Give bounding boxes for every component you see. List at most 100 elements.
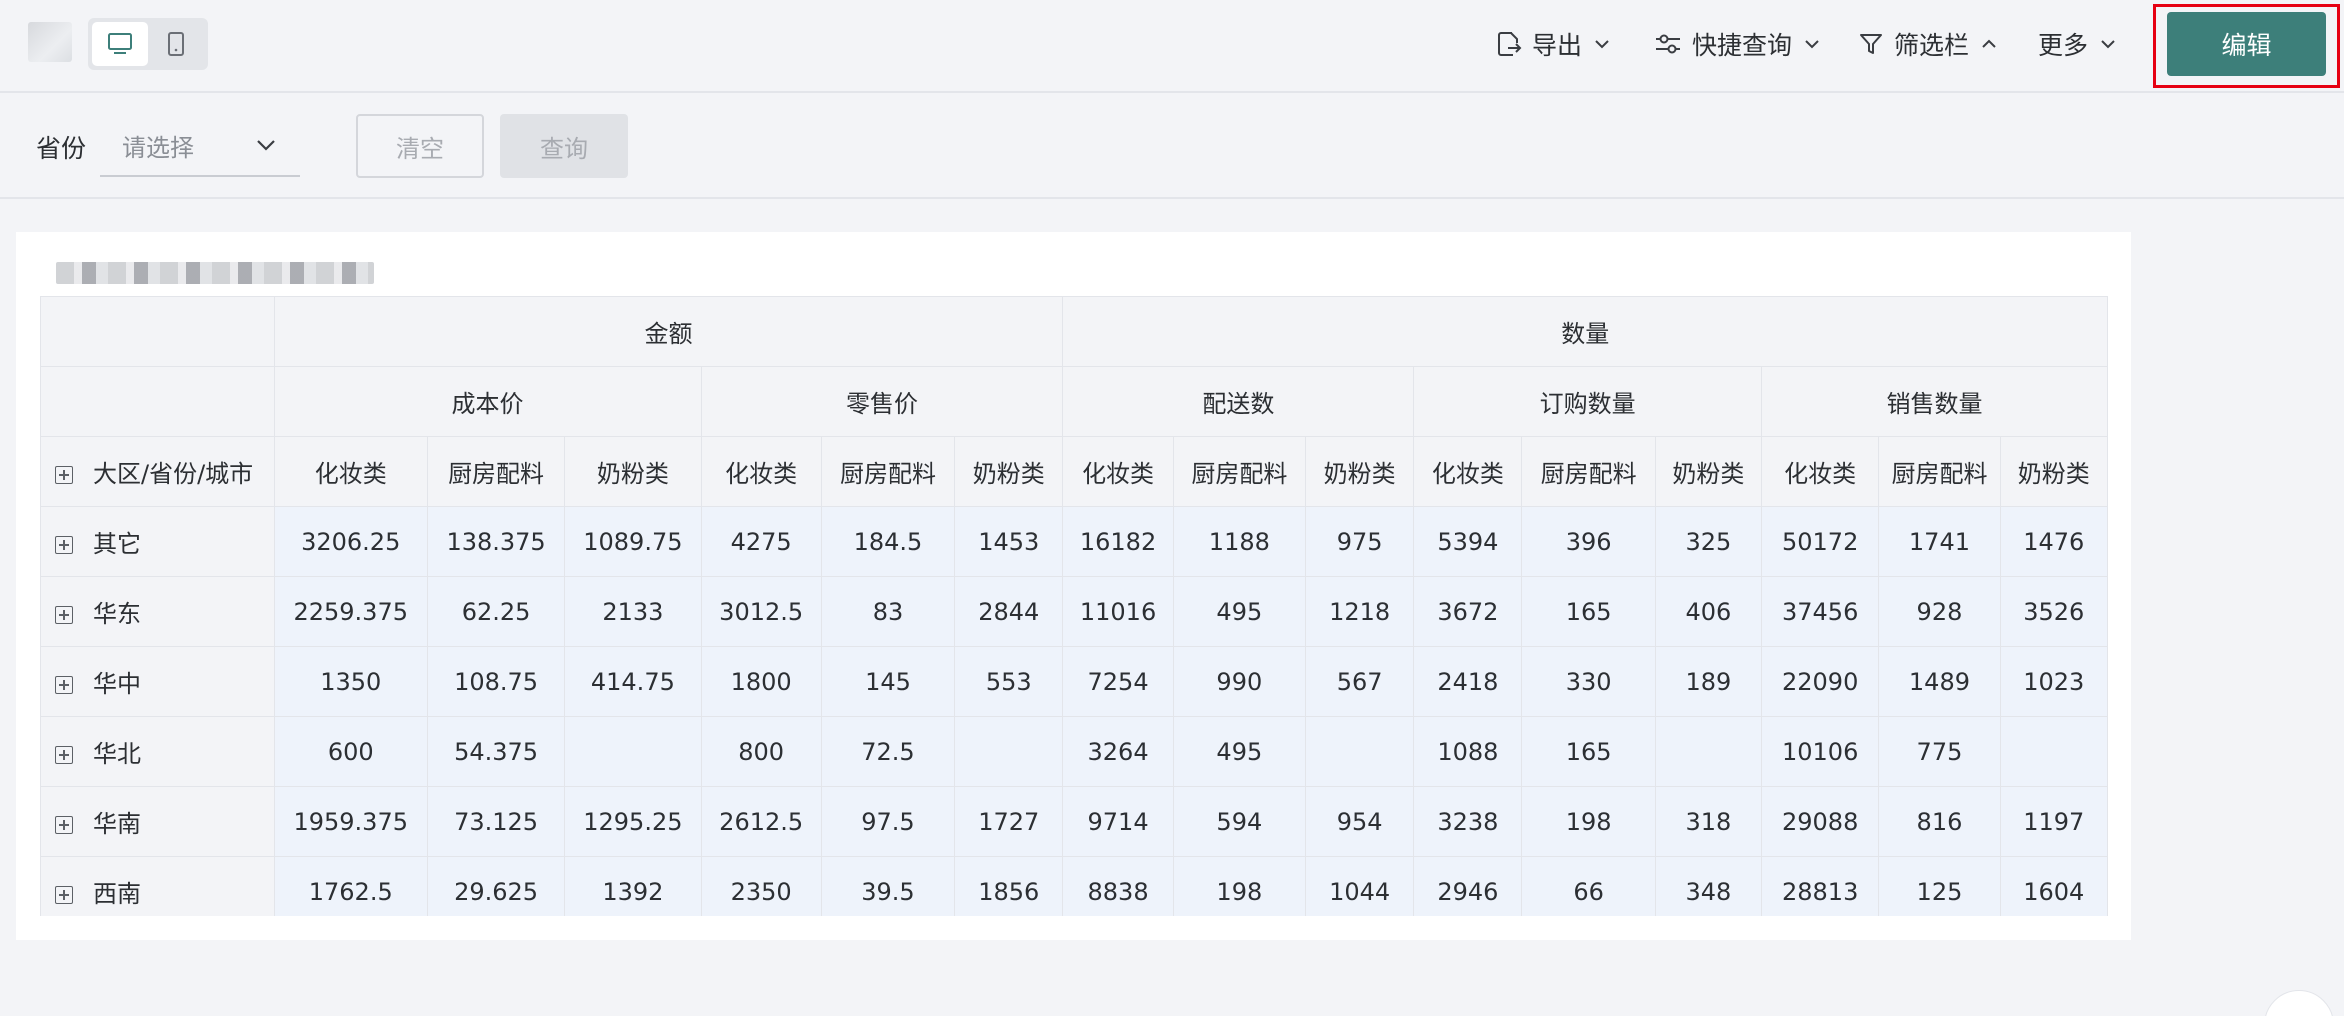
floating-action-button[interactable] [2264, 990, 2334, 1016]
value-cell: 396 [1521, 506, 1656, 577]
region-label: 西南 [93, 880, 141, 908]
value-cell: 495 [1172, 716, 1306, 787]
value-cell: 2612.5 [700, 786, 822, 857]
value-cell: 29088 [1761, 786, 1880, 857]
card-title-redacted [56, 262, 374, 284]
region-label: 华南 [93, 810, 141, 838]
measure-header: 零售价 [700, 366, 1064, 437]
value-cell: 73.125 [426, 786, 566, 857]
value-cell: 189 [1654, 646, 1763, 717]
province-placeholder: 请选择 [122, 133, 194, 162]
value-cell: 3206.25 [273, 506, 428, 577]
expand-row-icon[interactable] [55, 606, 73, 624]
value-cell [1304, 716, 1415, 787]
more-menu[interactable]: 更多 [2038, 24, 2118, 64]
category-header: 化妆类 [273, 436, 428, 507]
table-row: 华东 2259.375 62.25 2133 3012.5 83 2844 11016 495 1… [40, 576, 2108, 647]
region-label: 其它 [93, 530, 141, 558]
expand-row-icon[interactable] [55, 816, 73, 834]
value-cell: 975 [1304, 506, 1415, 577]
expand-row-icon[interactable] [55, 886, 73, 904]
value-cell: 1604 [1999, 856, 2108, 916]
category-header: 奶粉类 [1654, 436, 1763, 507]
desktop-view-button[interactable] [92, 22, 148, 66]
value-cell: 495 [1172, 576, 1306, 647]
value-cell: 2844 [954, 576, 1064, 647]
expand-all-icon[interactable] [55, 466, 73, 484]
chevron-down-icon [257, 140, 275, 151]
desktop-icon [108, 33, 132, 54]
top-toolbar: 导出 快捷查询 筛选栏 更多 编辑 [0, 0, 2344, 93]
category-header: 奶粉类 [954, 436, 1064, 507]
row-header-cell[interactable]: 华东 [40, 576, 275, 647]
value-cell: 2259.375 [273, 576, 428, 647]
filter-bar-toggle[interactable]: 筛选栏 [1858, 24, 1999, 64]
value-cell: 50172 [1761, 506, 1880, 577]
value-cell: 66 [1521, 856, 1656, 916]
pivot-table: 金额 数量 成本价 零售价 配送数 订购数量 销售数量 大区/省份/城市 化妆类 厨房配料奶… [40, 296, 2108, 916]
category-header: 奶粉类 [1304, 436, 1415, 507]
value-cell: 72.5 [820, 716, 956, 787]
value-cell: 318 [1654, 786, 1763, 857]
table-row: 华中 1350 108.75 414.75 1800 145 553 7254 990 567 24… [40, 646, 2108, 717]
value-cell [1999, 716, 2108, 787]
value-cell: 1741 [1878, 506, 2001, 577]
region-label: 华北 [93, 740, 141, 768]
pivot-table-scroll[interactable]: 金额 数量 成本价 零售价 配送数 订购数量 销售数量 大区/省份/城市 化妆类 厨房配料奶… [40, 296, 2108, 916]
corner-cell [40, 296, 275, 367]
value-cell: 414.75 [564, 646, 702, 717]
value-cell: 1476 [1999, 506, 2108, 577]
category-header: 厨房配料 [426, 436, 566, 507]
expand-row-icon[interactable] [55, 676, 73, 694]
region-label: 华东 [93, 600, 141, 628]
value-cell: 108.75 [426, 646, 566, 717]
value-cell: 1218 [1304, 576, 1415, 647]
table-row: 华北 600 54.375 800 72.5 3264 495 1088 165 10106 775 [40, 716, 2108, 787]
filter-bar: 省份 请选择 清空 查询 [0, 95, 2344, 199]
query-button[interactable]: 查询 [500, 114, 628, 178]
value-cell: 37456 [1761, 576, 1880, 647]
category-header: 奶粉类 [564, 436, 702, 507]
value-cell: 1489 [1878, 646, 2001, 717]
row-dimension-header[interactable]: 大区/省份/城市 [40, 436, 275, 507]
row-header-cell[interactable]: 其它 [40, 506, 275, 577]
value-cell: 3012.5 [700, 576, 822, 647]
row-header-cell[interactable]: 华南 [40, 786, 275, 857]
category-header: 奶粉类 [1999, 436, 2108, 507]
quick-query-menu[interactable]: 快捷查询 [1654, 24, 1822, 64]
measure-header: 成本价 [273, 366, 702, 437]
group-header: 金额 [273, 296, 1064, 367]
category-header: 化妆类 [700, 436, 822, 507]
value-cell: 8838 [1062, 856, 1174, 916]
value-cell: 954 [1304, 786, 1415, 857]
value-cell: 2350 [700, 856, 822, 916]
value-cell: 2946 [1413, 856, 1523, 916]
table-row: 其它 3206.25 138.375 1089.75 4275 184.5 1453 1618… [40, 506, 2108, 577]
category-header-row: 大区/省份/城市 化妆类 厨房配料 奶粉类 化妆类 厨房配料 奶粉类 化妆类 厨房配料 奶粉类化… [40, 436, 2108, 507]
value-cell: 3264 [1062, 716, 1174, 787]
category-header: 厨房配料 [1878, 436, 2001, 507]
row-header-cell[interactable]: 华中 [40, 646, 275, 717]
province-select[interactable]: 请选择 [100, 115, 300, 177]
export-menu[interactable]: 导出 [1496, 24, 1612, 64]
group-header-row: 金额 数量 [40, 296, 2108, 367]
value-cell: 1023 [1999, 646, 2108, 717]
value-cell: 325 [1654, 506, 1763, 577]
chevron-down-icon [2101, 40, 2115, 49]
value-cell: 138.375 [426, 506, 566, 577]
value-cell: 1295.25 [564, 786, 702, 857]
export-icon [1498, 32, 1522, 56]
expand-row-icon[interactable] [55, 746, 73, 764]
row-header-cell[interactable]: 华北 [40, 716, 275, 787]
app-logo [28, 22, 72, 62]
category-header: 厨房配料 [1521, 436, 1656, 507]
clear-button[interactable]: 清空 [356, 114, 484, 178]
row-header-cell[interactable]: 西南 [40, 856, 275, 916]
value-cell: 1800 [700, 646, 822, 717]
expand-row-icon[interactable] [55, 536, 73, 554]
value-cell: 1188 [1172, 506, 1306, 577]
edit-button[interactable]: 编辑 [2167, 12, 2326, 76]
mobile-view-button[interactable] [148, 22, 204, 66]
chevron-up-icon [1982, 39, 1996, 48]
value-cell: 165 [1521, 716, 1656, 787]
